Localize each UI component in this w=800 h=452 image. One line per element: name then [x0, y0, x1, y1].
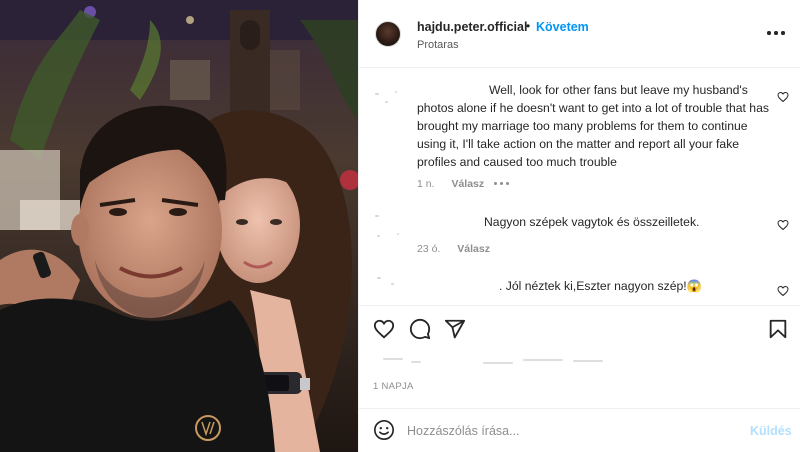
comment-composer: Küldés	[359, 408, 800, 452]
comment-item: Nagyon szépek vagytok és összeilletek. 2…	[359, 197, 800, 259]
post-photo	[0, 0, 358, 452]
send-icon[interactable]	[444, 318, 466, 340]
commenter-avatar[interactable]	[373, 271, 401, 299]
commenter-avatar[interactable]	[373, 211, 401, 239]
post-side-panel: hajdu.peter.official • Követem Protaras …	[358, 0, 800, 452]
comment-input[interactable]	[407, 421, 737, 441]
bookmark-icon[interactable]	[767, 318, 789, 340]
comment-icon[interactable]	[409, 318, 431, 340]
comment-item: . Jól néztek ki,Eszter nagyon szép!😱	[359, 259, 800, 305]
reply-button[interactable]: Válasz	[451, 178, 484, 190]
comment-meta: 1 n. Válasz	[417, 178, 498, 190]
comment-text: . Jól néztek ki,Eszter nagyon szép!😱	[499, 279, 702, 293]
comment-item: Well, look for other fans but leave my h…	[359, 69, 800, 197]
follow-button[interactable]: Követem	[536, 20, 589, 34]
likes-summary-redacted	[373, 356, 623, 366]
comment-options-icon[interactable]	[494, 182, 510, 186]
comment-meta: 23 ó. Válasz	[417, 243, 504, 255]
comment-list: Well, look for other fans but leave my h…	[359, 69, 800, 305]
commenter-avatar[interactable]	[373, 85, 401, 113]
heart-icon[interactable]	[373, 318, 395, 340]
post-date[interactable]: 1 NAPJA	[373, 381, 414, 392]
action-bar	[359, 305, 800, 349]
comment-text: Well, look for other fans but leave my h…	[417, 83, 769, 169]
heart-icon[interactable]	[777, 285, 789, 297]
send-comment-button[interactable]: Küldés	[750, 424, 792, 438]
comment-time: 23 ó.	[417, 243, 441, 255]
author-avatar[interactable]	[375, 21, 401, 47]
post-location[interactable]: Protaras	[417, 39, 459, 51]
reply-button[interactable]: Válasz	[457, 243, 490, 255]
comment-time: 1 n.	[417, 178, 435, 190]
comment-text: Nagyon szépek vagytok és összeilletek.	[484, 215, 700, 229]
emoji-icon[interactable]	[373, 419, 395, 441]
post-header: hajdu.peter.official • Követem Protaras	[359, 0, 800, 68]
heart-icon[interactable]	[777, 219, 789, 231]
more-dots-icon[interactable]	[767, 26, 785, 40]
separator-dot: •	[526, 19, 531, 33]
author-username[interactable]: hajdu.peter.official	[417, 20, 527, 34]
heart-icon[interactable]	[777, 91, 789, 103]
